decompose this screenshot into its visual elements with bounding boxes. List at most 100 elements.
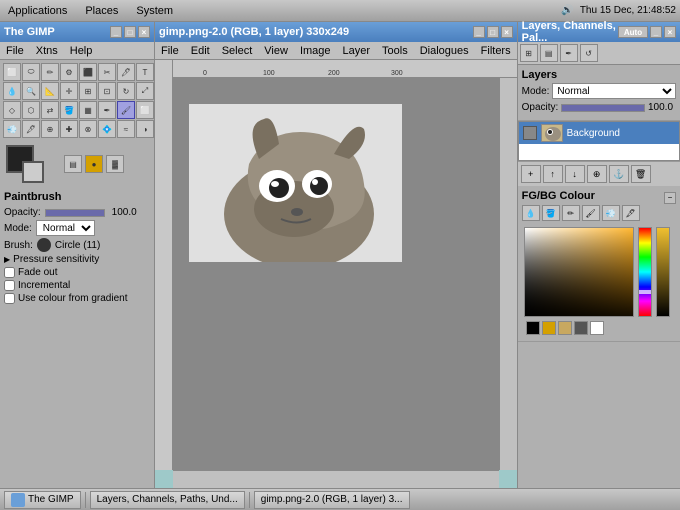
history-icon-tab[interactable]: ↺: [580, 44, 598, 62]
crop-tool[interactable]: ⊡: [98, 82, 116, 100]
horizontal-scrollbar[interactable]: [173, 470, 499, 488]
gradient-icon[interactable]: ▓: [106, 155, 124, 173]
fgbg-bucket-icon[interactable]: 🪣: [542, 205, 560, 221]
layer-opacity-slider[interactable]: [561, 104, 645, 112]
vertical-scrollbar[interactable]: [499, 78, 517, 470]
pencil-tool[interactable]: ✒: [98, 101, 116, 119]
color-swatches[interactable]: [6, 145, 50, 183]
shear-tool[interactable]: ◇: [3, 101, 21, 119]
toolbox-minimize-button[interactable]: _: [110, 26, 122, 38]
channels-icon-tab[interactable]: ▤: [540, 44, 558, 62]
black-swatch[interactable]: [526, 321, 540, 335]
pressure-sensitivity-row[interactable]: ▶ Pressure sensitivity: [4, 254, 150, 265]
layer-item-background[interactable]: Background: [519, 122, 679, 144]
perspective-clone-tool[interactable]: ⊗: [79, 120, 97, 138]
canvas-image-menu[interactable]: Image: [298, 44, 333, 58]
fade-out-checkbox[interactable]: [4, 267, 15, 278]
layers-close-button[interactable]: ×: [664, 26, 676, 38]
raise-layer-button[interactable]: ↑: [543, 165, 563, 183]
canvas-layer-menu[interactable]: Layer: [341, 44, 373, 58]
flip-tool[interactable]: ⇄: [41, 101, 59, 119]
rotate-tool[interactable]: ↻: [117, 82, 135, 100]
bucket-fill-tool[interactable]: 🪣: [60, 101, 78, 119]
paths-tool[interactable]: 🖊: [117, 63, 135, 81]
canvas-select-menu[interactable]: Select: [220, 44, 255, 58]
canvas-close-button[interactable]: ×: [501, 26, 513, 38]
healing-tool[interactable]: ✚: [60, 120, 78, 138]
perspective-tool[interactable]: ⬡: [22, 101, 40, 119]
system-menu[interactable]: System: [132, 3, 177, 19]
places-menu[interactable]: Places: [81, 3, 122, 19]
new-layer-button[interactable]: +: [521, 165, 541, 183]
layers-icon-tab[interactable]: ⊞: [520, 44, 538, 62]
mode-dropdown[interactable]: Normal: [36, 220, 95, 236]
fgbg-airbrush-icon[interactable]: 💨: [602, 205, 620, 221]
canvas-view-menu[interactable]: View: [262, 44, 290, 58]
dark-swatch[interactable]: [574, 321, 588, 335]
canvas-filters-menu[interactable]: Filters: [479, 44, 513, 58]
fgbg-brush-icon[interactable]: 🖌: [582, 205, 600, 221]
fuzzy-select-tool[interactable]: ⚙: [60, 63, 78, 81]
gold-swatch[interactable]: [542, 321, 556, 335]
fgbg-ink-icon[interactable]: 🖋: [622, 205, 640, 221]
paths-icon-tab[interactable]: ✒: [560, 44, 578, 62]
ellipse-select-tool[interactable]: ⬭: [22, 63, 40, 81]
patterns-icon[interactable]: ▤: [64, 155, 82, 173]
layers-minimize-button[interactable]: _: [650, 26, 662, 38]
dodge-burn-tool[interactable]: ◑: [136, 120, 154, 138]
delete-layer-button[interactable]: 🗑: [631, 165, 651, 183]
layer-mode-dropdown[interactable]: Normal: [552, 83, 676, 99]
brush-preview[interactable]: [37, 238, 51, 252]
canvas-maximize-button[interactable]: □: [487, 26, 499, 38]
anchor-layer-button[interactable]: ⚓: [609, 165, 629, 183]
canvas-dialogues-menu[interactable]: Dialogues: [418, 44, 471, 58]
scissors-tool[interactable]: ✂: [98, 63, 116, 81]
volume-icon[interactable]: 🔊: [561, 5, 573, 16]
layers-taskbar-button[interactable]: Layers, Channels, Paths, Und...: [90, 491, 245, 509]
blur-sharpen-tool[interactable]: 💠: [98, 120, 116, 138]
eraser-tool[interactable]: ⬜: [136, 101, 154, 119]
select-by-color-tool[interactable]: ⬛: [79, 63, 97, 81]
canvas-taskbar-button[interactable]: gimp.png-2.0 (RGB, 1 layer) 3...: [254, 491, 410, 509]
color-picker-tool[interactable]: 💧: [3, 82, 21, 100]
fgbg-collapse-button[interactable]: −: [664, 192, 676, 204]
canvas-content[interactable]: 0 100 200 300: [155, 60, 517, 488]
colour-gradient-checkbox[interactable]: [4, 293, 15, 304]
alignment-tool[interactable]: ⊞: [79, 82, 97, 100]
fgbg-eyedropper-icon[interactable]: 💧: [522, 205, 540, 221]
move-tool[interactable]: ✛: [60, 82, 78, 100]
layers-auto-button[interactable]: Auto: [618, 26, 648, 38]
text-tool[interactable]: T: [136, 63, 154, 81]
smudge-tool[interactable]: ≈: [117, 120, 135, 138]
fgbg-pencil-icon[interactable]: ✏: [562, 205, 580, 221]
ink-tool[interactable]: 🖋: [22, 120, 40, 138]
duplicate-layer-button[interactable]: ⊕: [587, 165, 607, 183]
color-icon[interactable]: ●: [85, 155, 103, 173]
free-select-tool[interactable]: ✏: [41, 63, 59, 81]
applications-menu[interactable]: Applications: [4, 3, 71, 19]
opacity-slider[interactable]: [45, 209, 105, 217]
clone-tool[interactable]: ⊕: [41, 120, 59, 138]
paintbrush-tool[interactable]: 🖌: [117, 101, 135, 119]
measure-tool[interactable]: 📐: [41, 82, 59, 100]
hue-strip[interactable]: [638, 227, 652, 317]
canvas-file-menu[interactable]: File: [159, 44, 181, 58]
canvas-edit-menu[interactable]: Edit: [189, 44, 212, 58]
gimp-taskbar-button[interactable]: The GIMP: [4, 491, 81, 509]
tan-swatch[interactable]: [558, 321, 572, 335]
scale-tool[interactable]: ⤢: [136, 82, 154, 100]
toolbox-xtns-menu[interactable]: Xtns: [34, 44, 60, 58]
color-value-strip[interactable]: [656, 227, 670, 317]
zoom-tool[interactable]: 🔍: [22, 82, 40, 100]
color-gradient[interactable]: [524, 227, 634, 317]
toolbox-file-menu[interactable]: File: [4, 44, 26, 58]
white-swatch[interactable]: [590, 321, 604, 335]
canvas-tools-menu[interactable]: Tools: [380, 44, 410, 58]
lower-layer-button[interactable]: ↓: [565, 165, 585, 183]
canvas-minimize-button[interactable]: _: [473, 26, 485, 38]
rect-select-tool[interactable]: ⬜: [3, 63, 21, 81]
image-viewport[interactable]: [173, 78, 517, 470]
incremental-checkbox[interactable]: [4, 280, 15, 291]
toolbox-maximize-button[interactable]: □: [124, 26, 136, 38]
airbrush-tool[interactable]: 💨: [3, 120, 21, 138]
